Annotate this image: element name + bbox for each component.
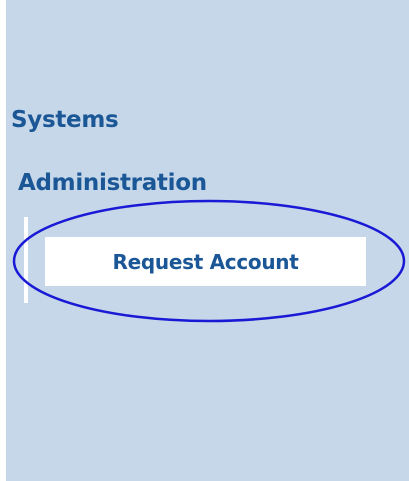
request-account-link[interactable]: Request Account — [45, 237, 366, 286]
submenu-indicator-bar — [24, 217, 28, 303]
nav-heading-administration[interactable]: Administration — [18, 170, 207, 196]
nav-heading-systems: Systems — [11, 107, 119, 133]
